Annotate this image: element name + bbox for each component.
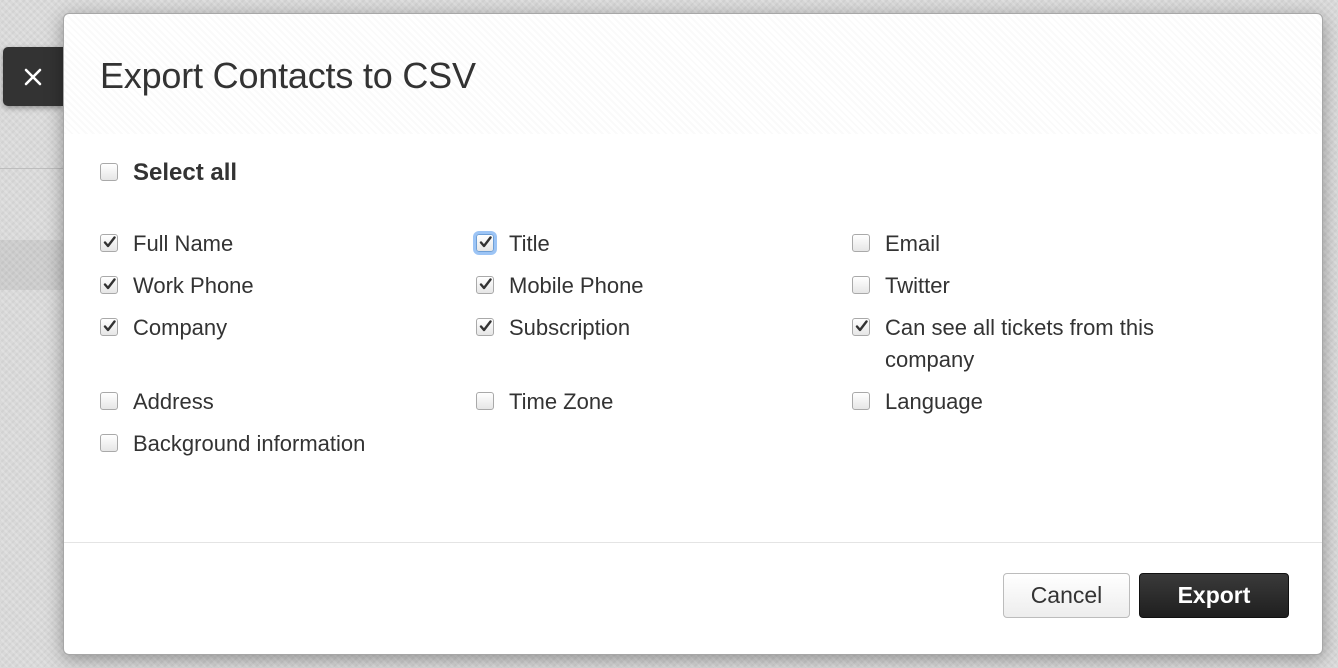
checkmark-icon [103,236,116,248]
field-label: Time Zone [509,389,614,414]
field-checkbox-title[interactable]: Title [476,228,550,260]
checkbox-box[interactable] [100,276,118,294]
checkmark-icon [479,320,492,332]
checkbox-box[interactable] [100,434,118,452]
checkbox-box[interactable] [100,392,118,410]
checkbox-box[interactable] [852,276,870,294]
field-label: Email [885,231,941,256]
field-checkbox-time-zone[interactable]: Time Zone [476,386,613,418]
checkbox-box[interactable] [852,392,870,410]
checkmark-icon [855,320,868,332]
field-checkbox-email[interactable]: Email [852,228,940,260]
checkbox-box[interactable] [100,318,118,336]
dialog-title: Export Contacts to CSV [100,55,476,96]
field-checkbox-full-name[interactable]: Full Name [100,228,233,260]
field-label: Subscription [509,315,631,340]
field-label: Mobile Phone [509,273,644,298]
checkbox-box[interactable] [852,318,870,336]
field-label: Title [509,231,550,256]
background-band [0,240,64,290]
checkbox-box[interactable] [100,234,118,252]
checkmark-icon [479,278,492,290]
checkmark-icon [479,236,492,248]
checkbox-box[interactable] [476,276,494,294]
field-checkbox-can-see-all-tickets[interactable]: Can see all tickets from this company [852,312,1172,376]
background-divider [0,168,64,169]
field-checkbox-address[interactable]: Address [100,386,214,418]
checkbox-box[interactable] [476,318,494,336]
field-label: Full Name [133,231,234,256]
checkbox-box[interactable] [852,234,870,252]
checkbox-box[interactable] [100,163,118,181]
field-checkbox-twitter[interactable]: Twitter [852,270,950,302]
checkbox-box[interactable] [476,392,494,410]
field-checkbox-work-phone[interactable]: Work Phone [100,270,254,302]
select-all-checkbox[interactable]: Select all [100,157,237,189]
checkbox-box[interactable] [476,234,494,252]
field-checkbox-subscription[interactable]: Subscription [476,312,630,344]
close-icon [24,68,42,85]
checkmark-icon [103,278,116,290]
field-label: Work Phone [133,273,254,298]
field-label: Can see all tickets from this company [885,315,1154,372]
field-checkbox-company[interactable]: Company [100,312,227,344]
field-label: Address [133,389,214,414]
close-button[interactable] [3,47,63,106]
select-all-label: Select all [133,159,238,186]
field-label: Language [885,389,983,414]
export-contacts-dialog: Export Contacts to CSV Select all Full N… [63,13,1323,655]
field-label: Twitter [885,273,950,298]
cancel-button[interactable]: Cancel [1003,573,1130,618]
field-checkbox-language[interactable]: Language [852,386,983,418]
footer-divider [64,542,1322,543]
field-label: Background information [133,431,366,456]
export-button[interactable]: Export [1139,573,1289,618]
field-checkbox-background-information[interactable]: Background information [100,428,365,460]
checkmark-icon [103,320,116,332]
field-checkbox-mobile-phone[interactable]: Mobile Phone [476,270,644,302]
field-label: Company [133,315,228,340]
